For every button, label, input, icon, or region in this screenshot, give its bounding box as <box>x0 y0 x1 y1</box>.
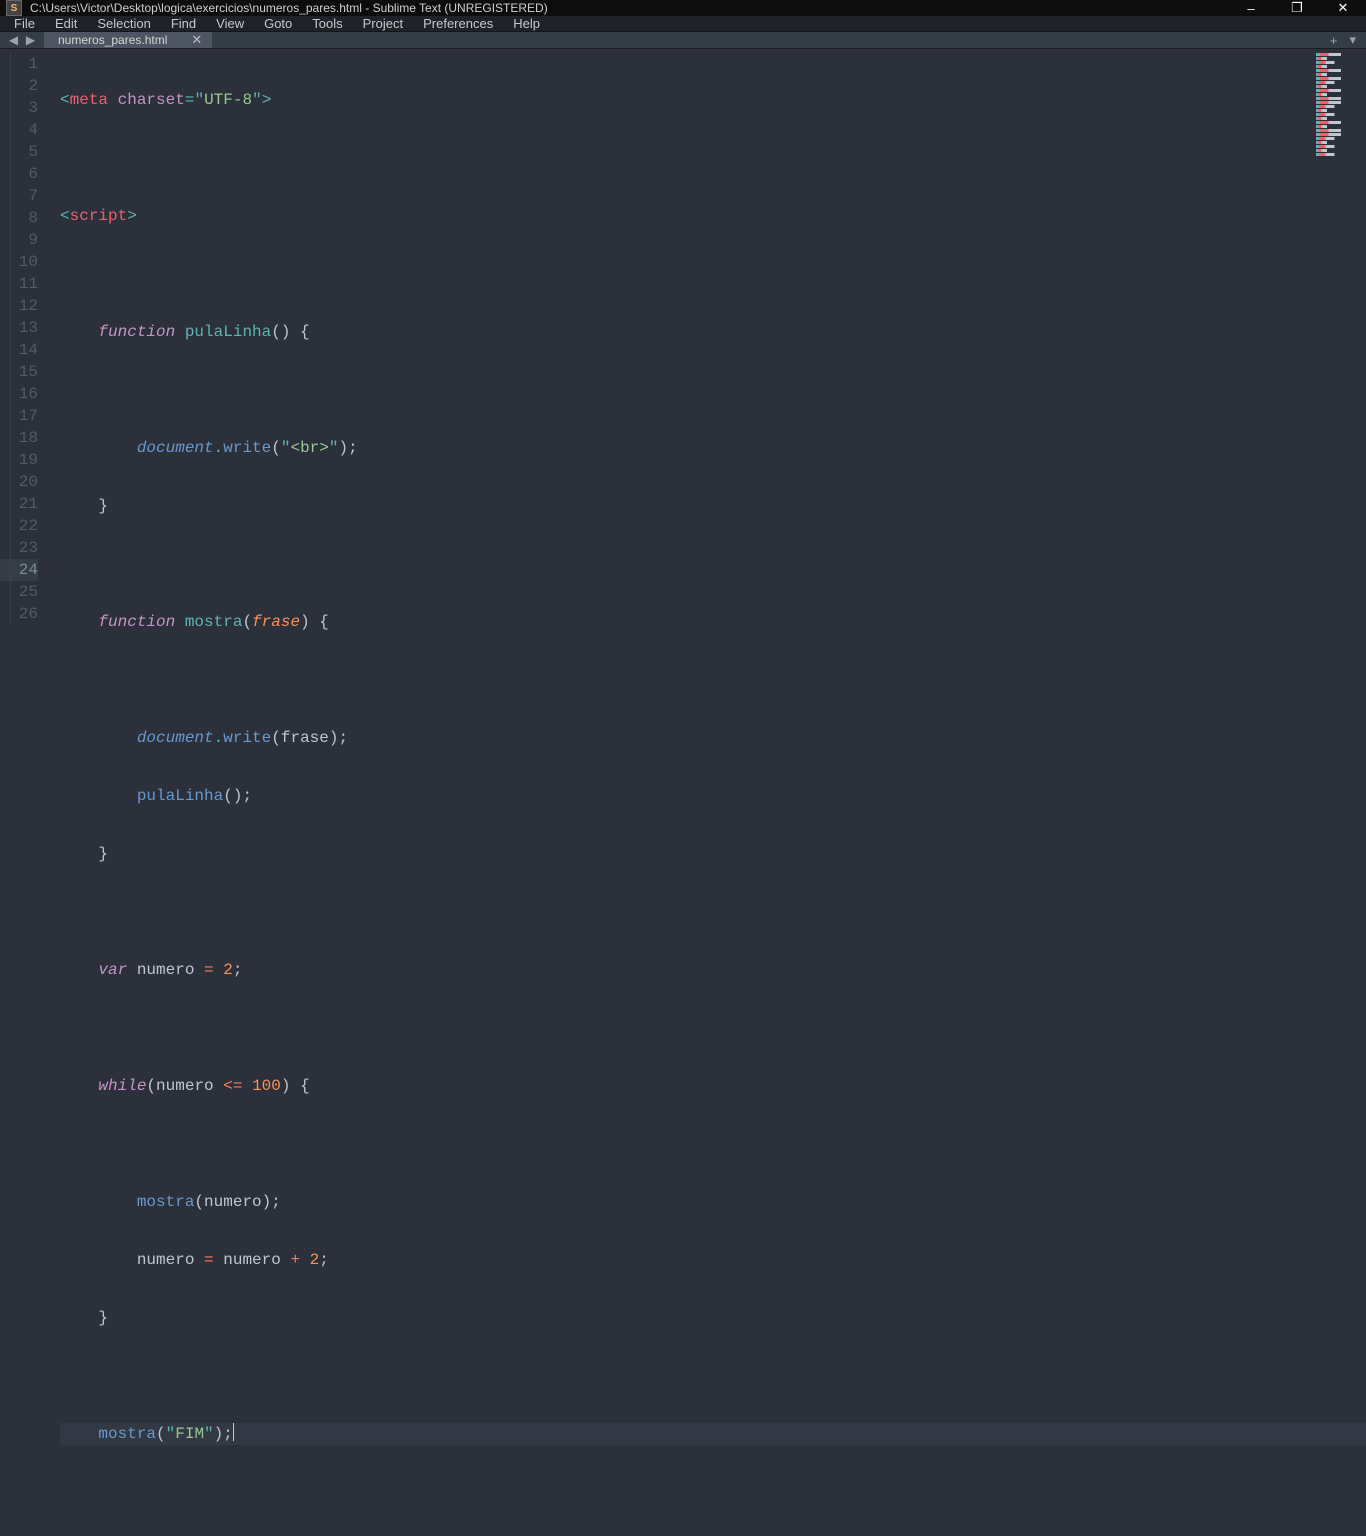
minimap[interactable] <box>1314 51 1362 161</box>
menu-view[interactable]: View <box>206 16 254 31</box>
tab-dropdown-icon[interactable]: ▾ <box>1349 32 1356 48</box>
minimize-button[interactable]: – <box>1228 0 1274 16</box>
tab-bar: ◀ ▶ numeros_pares.html ✕ + ▾ <box>0 32 1366 49</box>
tab-history-nav: ◀ ▶ <box>0 32 44 48</box>
window-title: C:\Users\Victor\Desktop\logica\exercicio… <box>30 1 1228 15</box>
menu-project[interactable]: Project <box>353 16 413 31</box>
line-gutter: 1234567891011121314151617181920212223242… <box>0 49 50 1536</box>
close-tab-icon[interactable]: ✕ <box>191 32 202 48</box>
menu-tools[interactable]: Tools <box>302 16 352 31</box>
app-icon: S <box>6 0 22 16</box>
menu-bar: File Edit Selection Find View Goto Tools… <box>0 16 1366 32</box>
indent-guide <box>10 53 11 625</box>
menu-file[interactable]: File <box>4 16 45 31</box>
window-controls: – ❐ ✕ <box>1228 0 1366 16</box>
nav-forward-icon[interactable]: ▶ <box>23 33 38 47</box>
file-tab-label: numeros_pares.html <box>58 33 167 47</box>
text-cursor <box>233 1423 234 1441</box>
menu-preferences[interactable]: Preferences <box>413 16 503 31</box>
menu-selection[interactable]: Selection <box>87 16 160 31</box>
file-tab[interactable]: numeros_pares.html ✕ <box>44 32 212 48</box>
window-titlebar: S C:\Users\Victor\Desktop\logica\exercic… <box>0 0 1366 16</box>
maximize-button[interactable]: ❐ <box>1274 0 1320 16</box>
nav-back-icon[interactable]: ◀ <box>6 33 21 47</box>
new-tab-icon[interactable]: + <box>1330 33 1338 48</box>
code-editor[interactable]: 1234567891011121314151617181920212223242… <box>0 49 1366 1536</box>
menu-edit[interactable]: Edit <box>45 16 87 31</box>
menu-help[interactable]: Help <box>503 16 550 31</box>
menu-find[interactable]: Find <box>161 16 206 31</box>
menu-goto[interactable]: Goto <box>254 16 302 31</box>
code-area[interactable]: <meta charset="UTF-8"> <script> function… <box>50 49 1366 1536</box>
close-button[interactable]: ✕ <box>1320 0 1366 16</box>
